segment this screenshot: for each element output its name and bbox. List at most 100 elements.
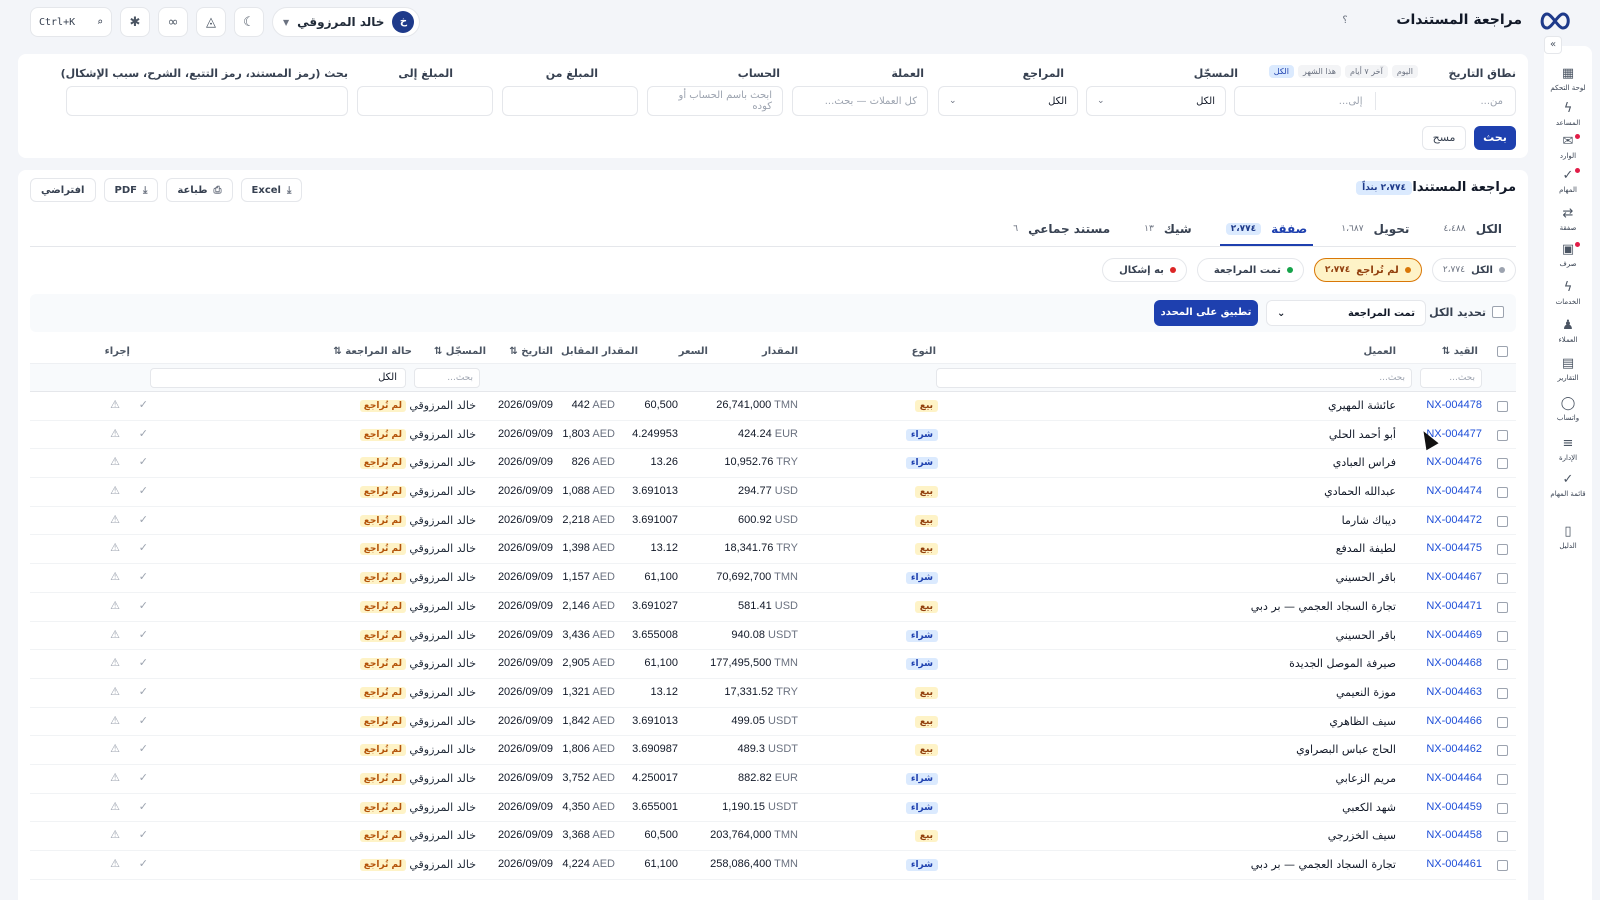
approve-check-icon[interactable]: ✓ [139, 427, 148, 440]
table-row[interactable]: NX-004467 باقر الحسيني شراء 70,692,700 TMN 6… [30, 564, 1516, 593]
customer-filter-input[interactable]: بحث... [936, 368, 1412, 388]
default-view-button[interactable]: افتراضي [30, 178, 96, 202]
row-checkbox[interactable] [1497, 458, 1508, 470]
bulk-status-select[interactable]: تمت المراجعة ⌄ [1266, 300, 1426, 326]
approve-check-icon[interactable]: ✓ [139, 828, 148, 841]
status-pill-2[interactable]: تمت المراجعة [1196, 258, 1304, 282]
sidebar-item-3[interactable]: ✓ المهام [1544, 168, 1592, 194]
registrar-select[interactable]: الكل ⌄ [1086, 86, 1226, 116]
approve-check-icon[interactable]: ✓ [139, 656, 148, 669]
ref-link[interactable]: NX-004474 [1426, 485, 1482, 497]
col-registrar[interactable]: المسجّل ⇅ [434, 346, 486, 357]
flag-warning-icon[interactable]: ⚠ [110, 828, 120, 841]
approve-check-icon[interactable]: ✓ [139, 484, 148, 497]
row-checkbox[interactable] [1497, 630, 1508, 642]
command-search-button[interactable]: Ctrl+K ⌕ [30, 7, 112, 37]
sidebar-item-6[interactable]: ϟ الخدمات [1544, 280, 1592, 306]
amount-from-input[interactable] [502, 86, 638, 116]
ref-link[interactable]: NX-004478 [1426, 399, 1482, 411]
ref-link[interactable]: NX-004466 [1426, 715, 1482, 727]
date-from-input[interactable]: من... [1376, 96, 1516, 107]
search-button[interactable]: بحث [1474, 126, 1516, 150]
ref-link[interactable]: NX-004476 [1426, 456, 1482, 468]
approve-check-icon[interactable]: ✓ [139, 771, 148, 784]
ref-filter-input[interactable]: بحث... [1420, 368, 1482, 388]
row-checkbox[interactable] [1497, 716, 1508, 728]
table-row[interactable]: NX-004474 عبدالله الحمادي بيع 294.77 USD 3.6… [30, 478, 1516, 507]
sidebar-item-12[interactable]: ▯ الدليل [1544, 524, 1592, 550]
bell-icon[interactable]: ◬ [196, 7, 226, 37]
ref-link[interactable]: NX-004461 [1426, 858, 1482, 870]
row-checkbox[interactable] [1497, 860, 1508, 871]
currency-input[interactable]: كل العملات — بحث... [792, 86, 928, 116]
sidebar-item-4[interactable]: ⇄ صفقة [1544, 206, 1592, 232]
tab-2[interactable]: صفقة ٢،٧٧٤ [1219, 214, 1314, 246]
flag-warning-icon[interactable]: ⚠ [110, 628, 120, 641]
row-checkbox[interactable] [1497, 544, 1508, 556]
user-menu[interactable]: ▼ خالد المرزوقي خ [272, 7, 421, 37]
search-input[interactable] [66, 86, 348, 116]
bug-icon[interactable]: ✱ [120, 7, 150, 37]
tab-0[interactable]: الكل ٤،٤٨٨ [1437, 214, 1508, 246]
flag-warning-icon[interactable]: ⚠ [110, 714, 120, 727]
ref-link[interactable]: NX-004464 [1426, 772, 1482, 784]
chip-last-7-days[interactable]: آخر ٧ أيام [1345, 65, 1388, 78]
flag-warning-icon[interactable]: ⚠ [110, 599, 120, 612]
approve-check-icon[interactable]: ✓ [139, 455, 148, 468]
account-input[interactable]: ابحث باسم الحساب أو كوده [647, 86, 783, 116]
table-row[interactable]: NX-004463 موزة النعيمي بيع 17,331.52 TRY 13.… [30, 679, 1516, 708]
chip-all[interactable]: الكل [1268, 65, 1294, 78]
flag-warning-icon[interactable]: ⚠ [110, 484, 120, 497]
ref-link[interactable]: NX-004458 [1426, 829, 1482, 841]
flag-warning-icon[interactable]: ⚠ [110, 800, 120, 813]
row-checkbox[interactable] [1497, 745, 1508, 757]
row-checkbox[interactable] [1497, 401, 1508, 412]
sidebar-item-8[interactable]: ▤ التقارير [1544, 356, 1592, 382]
table-row[interactable]: NX-004475 لطيفة المدفع بيع 18,341.76 TRY 13.… [30, 535, 1516, 565]
tab-3[interactable]: شيك ١٣ [1138, 214, 1198, 246]
print-button[interactable]: طباعة ⎙ [166, 178, 233, 202]
registrar-filter-input[interactable]: بحث... [414, 368, 480, 388]
sidebar-item-5[interactable]: ▣ صرف [1544, 242, 1592, 268]
header-checkbox[interactable] [1497, 346, 1508, 357]
ref-link[interactable]: NX-004459 [1426, 801, 1482, 813]
flag-warning-icon[interactable]: ⚠ [110, 656, 120, 669]
amount-to-input[interactable] [357, 86, 493, 116]
table-row[interactable]: NX-004477 أبو أحمد الحلي شراء 424.24 EUR 4.2… [30, 421, 1516, 450]
sidebar-item-11[interactable]: ✓ قائمة المهام [1544, 472, 1592, 498]
flag-warning-icon[interactable]: ⚠ [110, 742, 120, 755]
approve-check-icon[interactable]: ✓ [139, 857, 148, 870]
approve-check-icon[interactable]: ✓ [139, 714, 148, 727]
table-row[interactable]: NX-004469 باقر الحسيني شراء 940.08 USDT 3.65… [30, 622, 1516, 651]
col-ref[interactable]: القيد ⇅ [1442, 346, 1478, 357]
table-row[interactable]: NX-004476 فراس العبادي شراء 10,952.76 TRY 13… [30, 449, 1516, 479]
row-checkbox[interactable] [1497, 773, 1508, 785]
approve-check-icon[interactable]: ✓ [139, 800, 148, 813]
flag-warning-icon[interactable]: ⚠ [110, 685, 120, 698]
sidebar-item-10[interactable]: ≡ الإدارة [1544, 436, 1592, 462]
ref-link[interactable]: NX-004475 [1426, 542, 1482, 554]
flag-warning-icon[interactable]: ⚠ [110, 427, 120, 440]
approve-check-icon[interactable]: ✓ [139, 628, 148, 641]
approve-check-icon[interactable]: ✓ [139, 742, 148, 755]
sidebar-item-0[interactable]: ▦ لوحة التحكم [1544, 66, 1592, 92]
chip-this-month[interactable]: هذا الشهر [1297, 65, 1342, 78]
infinity-logo-icon[interactable] [1538, 10, 1572, 32]
sidebar-item-2[interactable]: ✉ الوارد [1544, 134, 1592, 160]
sidebar-item-9[interactable]: ◯ واتساب [1544, 396, 1592, 422]
link-icon[interactable]: ∞ [158, 7, 188, 37]
date-to-input[interactable]: إلى... [1235, 96, 1375, 107]
reviewer-select[interactable]: الكل ⌄ [938, 86, 1078, 116]
ref-link[interactable]: NX-004462 [1426, 743, 1482, 755]
table-row[interactable]: NX-004461 تجارة السجاد العجمي — بر دبي شرا… [30, 851, 1516, 880]
row-checkbox[interactable] [1497, 515, 1508, 527]
table-row[interactable]: NX-004471 تجارة السجاد العجمي — بر دبي بيع… [30, 593, 1516, 622]
status-pill-3[interactable]: به إشكال [1102, 258, 1187, 282]
flag-warning-icon[interactable]: ⚠ [110, 541, 120, 554]
row-checkbox[interactable] [1497, 573, 1508, 585]
row-checkbox[interactable] [1497, 831, 1508, 843]
row-checkbox[interactable] [1497, 487, 1508, 499]
status-pill-0[interactable]: الكل ٢،٧٧٤ [1431, 258, 1516, 282]
table-row[interactable]: NX-004462 الحاج عباس البصراوي بيع 489.3 USD… [30, 736, 1516, 765]
row-checkbox[interactable] [1497, 802, 1508, 814]
